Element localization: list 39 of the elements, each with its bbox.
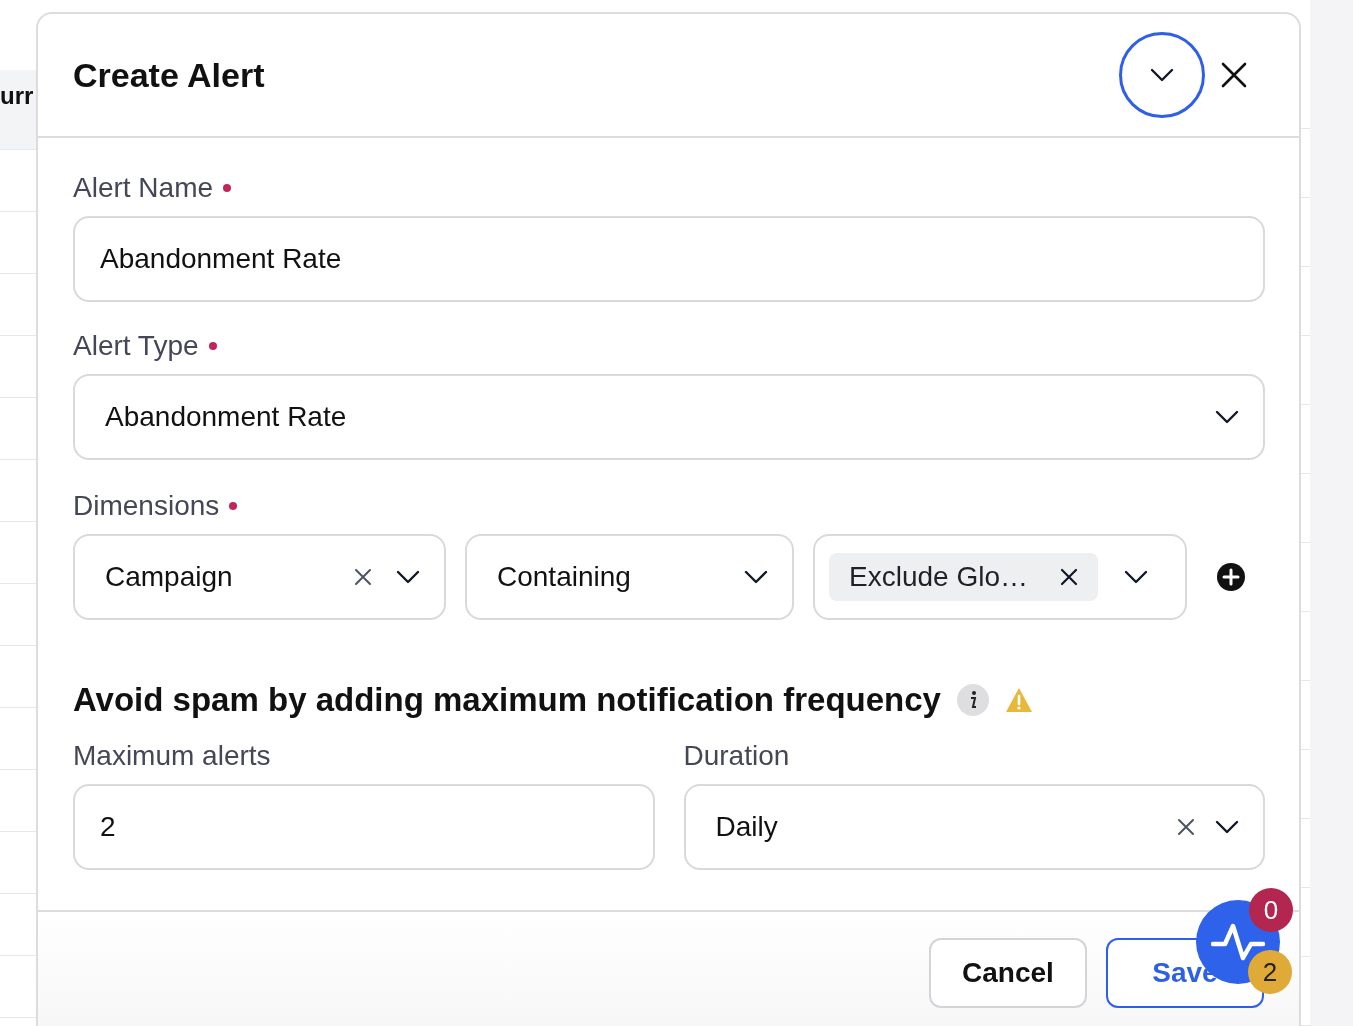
- max-alerts-field[interactable]: 2: [73, 784, 655, 870]
- chevron-down-icon[interactable]: [744, 570, 768, 584]
- select-value: Daily: [715, 810, 779, 844]
- alert-name-field[interactable]: Abandonment Rate: [73, 216, 1265, 302]
- chevron-down-icon[interactable]: [1215, 410, 1239, 424]
- column-header: urr: [0, 81, 34, 111]
- close-icon: [1221, 62, 1247, 88]
- chevron-down-icon[interactable]: [1123, 570, 1148, 584]
- dialog-title: Create Alert: [73, 54, 266, 96]
- chevron-down-icon[interactable]: [396, 570, 420, 584]
- pulse-icon: [1211, 922, 1265, 962]
- clear-icon[interactable]: [1177, 818, 1195, 836]
- select-value: Campaign: [105, 560, 234, 594]
- alert-type-select[interactable]: Abandonment Rate: [73, 374, 1265, 460]
- select-value: Containing: [497, 560, 632, 594]
- tag-text: Exclude Glo…: [849, 560, 1028, 594]
- select-value: Abandonment Rate: [105, 400, 348, 434]
- chevron-down-icon[interactable]: [1215, 820, 1239, 834]
- warning-icon: [1004, 687, 1033, 713]
- field-value: Abandonment Rate: [100, 242, 342, 276]
- clear-icon[interactable]: [354, 568, 372, 586]
- field-label: Maximum alerts: [73, 739, 271, 773]
- field-value: 2: [100, 810, 116, 844]
- field-label: Duration: [683, 739, 790, 773]
- cancel-button[interactable]: Cancel: [929, 938, 1087, 1008]
- dropdown-select[interactable]: Containing: [465, 534, 794, 620]
- duration-select[interactable]: Daily: [683, 784, 1265, 870]
- clear-icon[interactable]: [1059, 568, 1078, 586]
- dropdown-select[interactable]: Campaign: [73, 534, 446, 620]
- field-label: Alert Type: [73, 329, 199, 363]
- chevron-down-icon[interactable]: [1150, 68, 1174, 82]
- close-button[interactable]: [1219, 60, 1249, 90]
- add-icon[interactable]: [1217, 563, 1245, 591]
- info-icon[interactable]: [956, 684, 989, 716]
- field-label: Dimensions: [73, 489, 220, 523]
- collapse-button[interactable]: [1119, 32, 1205, 118]
- tag-select[interactable]: Exclude Glo…: [813, 534, 1187, 620]
- section-heading: Avoid spam by adding maximum notification frequency: [73, 680, 941, 721]
- field-label: Alert Name: [73, 171, 214, 205]
